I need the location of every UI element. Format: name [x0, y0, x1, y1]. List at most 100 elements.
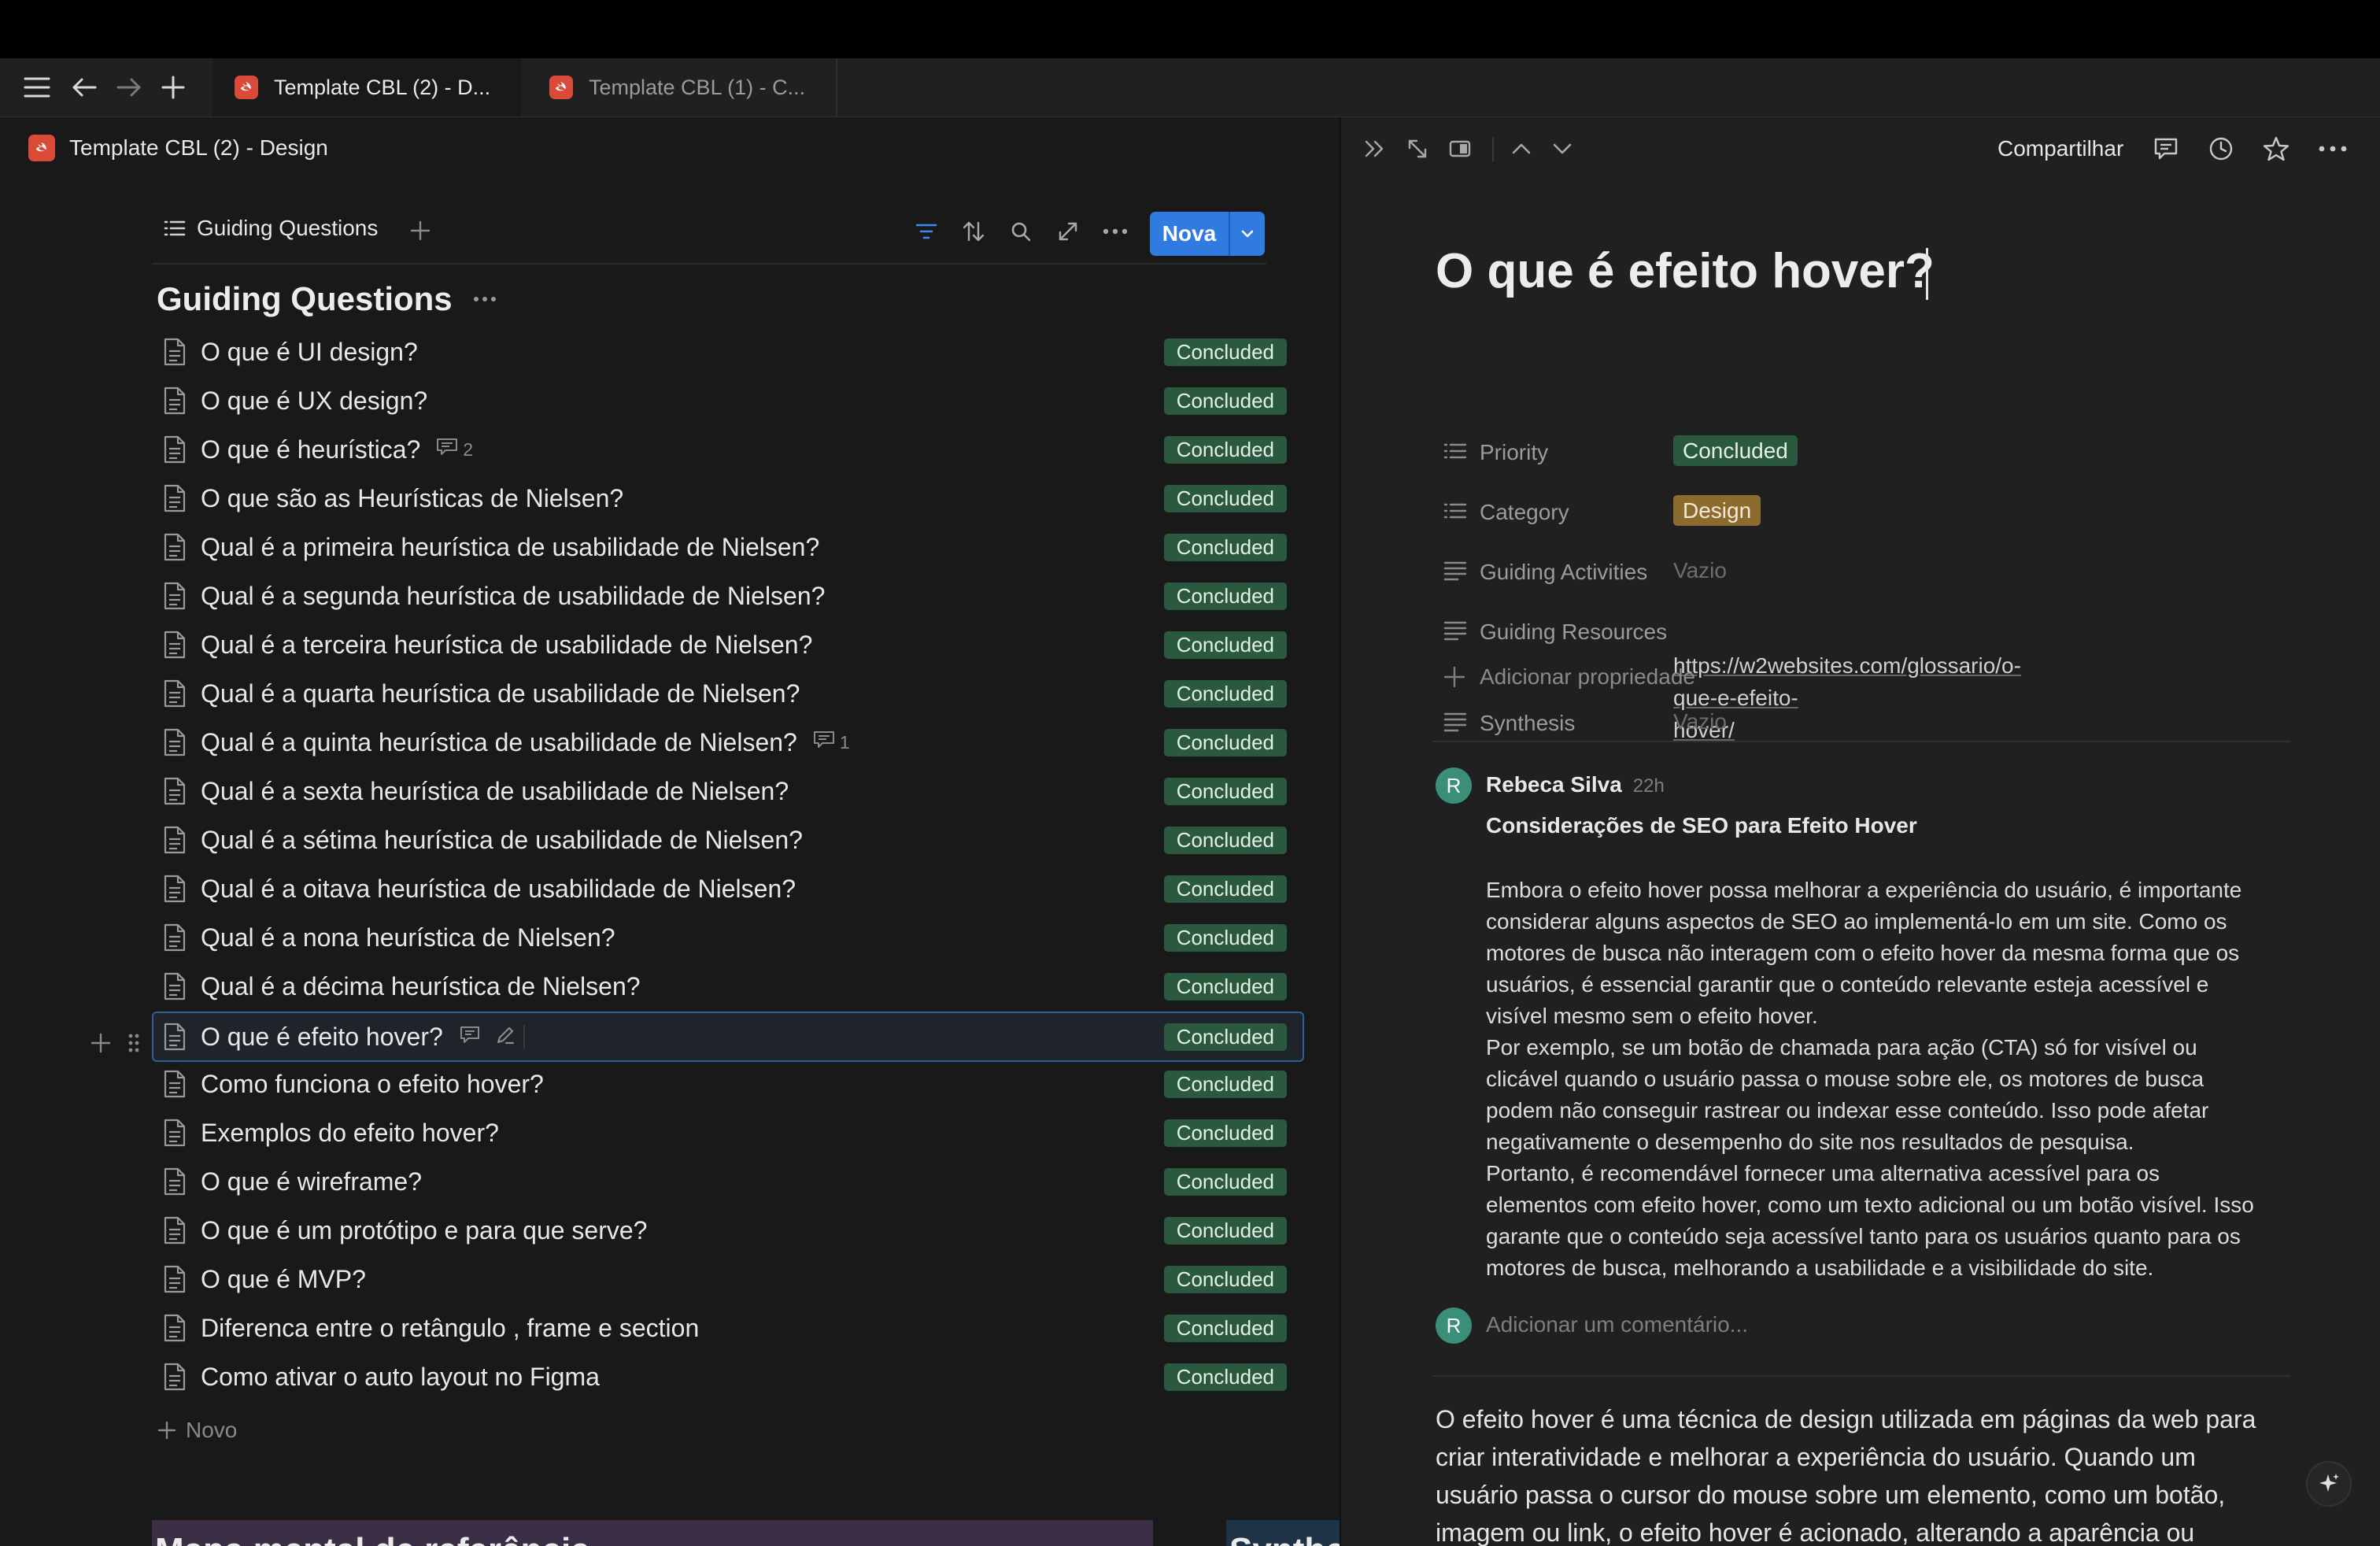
add-comment-input[interactable]: Adicionar um comentário... [1486, 1312, 1748, 1337]
status-badge[interactable]: Concluded [1163, 1168, 1287, 1196]
table-row[interactable]: Qual é a quinta heurística de usabilidad… [153, 719, 1303, 766]
status-badge[interactable]: Concluded [1163, 1217, 1287, 1245]
page-body-text[interactable]: O efeito hover é uma técnica de design u… [1436, 1400, 2301, 1546]
property-category[interactable]: Category Design [1443, 489, 1761, 536]
status-badge[interactable]: Concluded [1163, 485, 1287, 512]
back-arrow-icon[interactable] [69, 72, 99, 102]
ai-sparkle-button[interactable] [2306, 1461, 2352, 1507]
status-badge[interactable]: Concluded [1163, 1071, 1287, 1098]
status-badge[interactable]: Concluded [1163, 680, 1287, 708]
table-row[interactable]: Como funciona o efeito hover? Concluded [153, 1060, 1303, 1108]
row-title[interactable]: Diferenca entre o retângulo , frame e se… [201, 1314, 699, 1343]
side-peek-layout-icon[interactable] [1447, 136, 1473, 161]
comment-count[interactable]: 1 [813, 730, 850, 754]
status-badge[interactable]: Concluded [1163, 973, 1287, 1000]
next-page-chevron-down-icon[interactable] [1549, 136, 1576, 161]
tab-template-cbl-1[interactable]: Template CBL (1) - C... [523, 58, 837, 117]
new-button-dropdown-chevron-icon[interactable] [1230, 212, 1265, 256]
drag-handle-icon[interactable] [124, 1030, 143, 1056]
table-row[interactable]: O que é UI design? Concluded [153, 328, 1303, 375]
property-priority[interactable]: Priority Concluded [1443, 429, 1798, 476]
mind-map-block[interactable]: Mapa mental de referência [152, 1520, 1153, 1546]
page-title[interactable]: O que é efeito hover? [1436, 243, 1935, 299]
status-badge[interactable]: Concluded [1163, 1363, 1287, 1391]
status-badge[interactable]: Concluded [1163, 436, 1287, 464]
add-view-plus-icon[interactable] [408, 218, 433, 243]
row-title[interactable]: O que é UI design? [201, 338, 418, 367]
row-title[interactable]: Como ativar o auto layout no Figma [201, 1363, 600, 1392]
table-row[interactable]: Qual é a primeira heurística de usabilid… [153, 523, 1303, 571]
comments-icon[interactable] [2152, 135, 2180, 163]
status-badge[interactable]: Concluded [1163, 827, 1287, 854]
table-row[interactable]: Qual é a oitava heurística de usabilidad… [153, 865, 1303, 912]
table-row[interactable]: O que é um protótipo e para que serve? Co… [153, 1207, 1303, 1254]
share-button[interactable]: Compartilhar [1998, 136, 2123, 161]
row-title[interactable]: O que é efeito hover? [201, 1023, 443, 1052]
table-row[interactable]: Diferenca entre o retângulo , frame e se… [153, 1304, 1303, 1352]
status-badge[interactable]: Concluded [1163, 534, 1287, 561]
table-row[interactable]: O que é heurística? 2 Concluded [153, 426, 1303, 473]
table-row[interactable]: O que é wireframe? Concluded [153, 1158, 1303, 1205]
property-guiding-resources[interactable]: Guiding Resources https://w2websites.com/… [1443, 608, 2021, 742]
row-title[interactable]: Qual é a décima heurística de Nielsen? [201, 972, 641, 1001]
row-title[interactable]: Qual é a quarta heurística de usabilidad… [201, 679, 800, 708]
table-row[interactable]: Qual é a sétima heurística de usabilidad… [153, 816, 1303, 864]
status-badge[interactable]: Concluded [1163, 387, 1287, 415]
favorite-star-icon[interactable] [2262, 135, 2290, 163]
priority-value-chip[interactable]: Concluded [1673, 435, 1798, 466]
database-title[interactable]: Guiding Questions [157, 280, 453, 318]
status-badge[interactable]: Concluded [1163, 631, 1287, 659]
empty-value[interactable]: Vazio [1673, 709, 1727, 734]
status-badge[interactable]: Concluded [1163, 924, 1287, 952]
status-badge[interactable]: Concluded [1163, 778, 1287, 805]
table-row[interactable]: O que é efeito hover? Concluded [152, 1012, 1304, 1062]
new-tab-plus-icon[interactable] [158, 72, 188, 102]
empty-value[interactable]: Vazio [1673, 558, 1727, 583]
filter-icon[interactable] [913, 220, 940, 243]
row-title[interactable]: Qual é a quinta heurística de usabilidad… [201, 728, 797, 757]
status-badge[interactable]: Concluded [1163, 338, 1287, 366]
search-icon[interactable] [1007, 218, 1034, 245]
page-more-options-icon[interactable] [2317, 135, 2349, 163]
row-title[interactable]: Qual é a oitava heurística de usabilidad… [201, 875, 796, 904]
row-title[interactable]: Exemplos do efeito hover? [201, 1119, 499, 1148]
table-row[interactable]: Exemplos do efeito hover? Concluded [153, 1109, 1303, 1156]
row-title[interactable]: Qual é a terceira heurística de usabilid… [201, 631, 812, 660]
table-row[interactable]: Qual é a décima heurística de Nielsen? Co… [153, 963, 1303, 1010]
row-title[interactable]: O que é MVP? [201, 1265, 366, 1294]
previous-page-chevron-up-icon[interactable] [1508, 136, 1535, 161]
table-row[interactable]: Qual é a sexta heurística de usabilidade… [153, 767, 1303, 815]
open-comments-icon[interactable] [459, 1025, 481, 1049]
status-badge[interactable]: Concluded [1163, 1023, 1287, 1051]
new-button[interactable]: Nova [1150, 212, 1229, 256]
edit-pencil-icon[interactable] [495, 1025, 516, 1049]
table-row[interactable]: Como ativar o auto layout no Figma Conclu… [153, 1353, 1303, 1400]
row-title[interactable]: Qual é a sexta heurística de usabilidade… [201, 777, 789, 806]
property-synthesis[interactable]: Synthesis Vazio [1443, 700, 1727, 747]
row-title[interactable]: Como funciona o efeito hover? [201, 1070, 544, 1099]
status-badge[interactable]: Concluded [1163, 875, 1287, 903]
tab-template-cbl-2[interactable]: Template CBL (2) - D... [213, 58, 521, 117]
row-title[interactable]: Qual é a primeira heurística de usabilid… [201, 533, 819, 562]
status-badge[interactable]: Concluded [1163, 1119, 1287, 1147]
table-row[interactable]: O que é MVP? Concluded [153, 1256, 1303, 1303]
property-guiding-activities[interactable]: Guiding Activities Vazio [1443, 549, 1727, 596]
category-value-chip[interactable]: Design [1673, 495, 1761, 526]
row-title[interactable]: O que são as Heurísticas de Nielsen? [201, 484, 623, 513]
row-title[interactable]: Qual é a segunda heurística de usabilida… [201, 582, 825, 611]
comment-count[interactable]: 2 [436, 438, 473, 461]
status-badge[interactable]: Concluded [1163, 1315, 1287, 1342]
open-full-page-icon[interactable] [1404, 136, 1431, 161]
more-options-icon[interactable] [1100, 218, 1130, 245]
row-title[interactable]: Qual é a nona heurística de Nielsen? [201, 923, 615, 952]
history-clock-icon[interactable] [2207, 135, 2235, 163]
table-row[interactable]: O que é UX design? Concluded [153, 377, 1303, 424]
status-badge[interactable]: Concluded [1163, 1266, 1287, 1293]
heading-more-icon[interactable] [473, 296, 497, 302]
table-row[interactable]: Qual é a nona heurística de Nielsen? Conc… [153, 914, 1303, 961]
row-title[interactable]: Qual é a sétima heurística de usabilidad… [201, 826, 803, 855]
synthesis-block[interactable]: Synthe [1226, 1520, 1341, 1546]
breadcrumb[interactable]: Template CBL (2) - Design [28, 135, 328, 161]
status-badge[interactable]: Concluded [1163, 729, 1287, 756]
expand-arrows-icon[interactable] [1055, 218, 1081, 245]
